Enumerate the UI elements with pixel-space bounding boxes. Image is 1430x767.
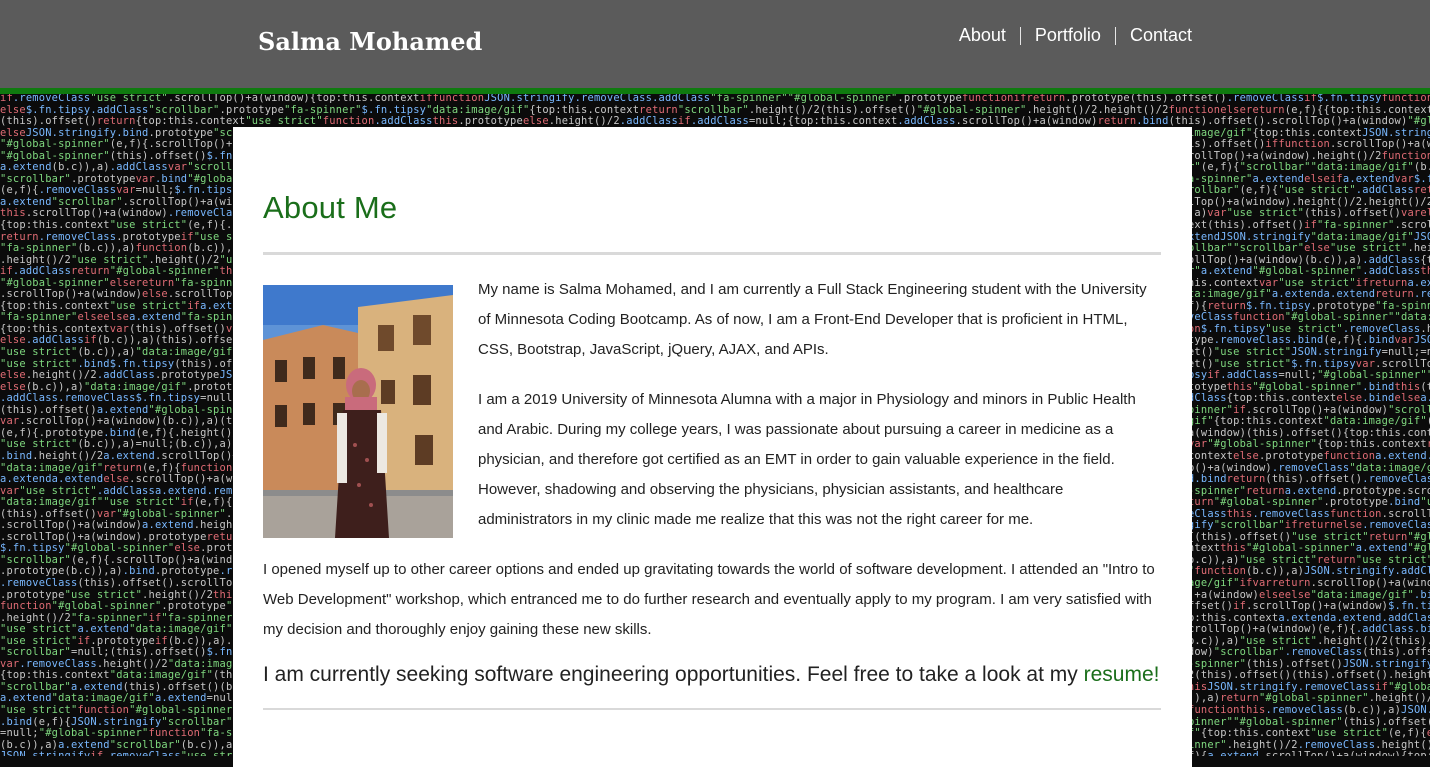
career-paragraph: I opened myself up to other career optio… bbox=[263, 561, 1155, 638]
nav-divider bbox=[1114, 26, 1116, 45]
site-header: Salma Mohamed About Portfolio Contact bbox=[0, 0, 1430, 88]
intro-paragraph: My name is Salma Mohamed, and I am curre… bbox=[478, 281, 1147, 358]
bottom-divider bbox=[263, 708, 1161, 710]
main-nav: About Portfolio Contact bbox=[959, 25, 1192, 46]
title-divider bbox=[263, 252, 1161, 255]
profile-photo bbox=[263, 285, 453, 538]
seeking-text: I am currently seeking software engineer… bbox=[263, 663, 1078, 686]
resume-link[interactable]: resume! bbox=[1084, 663, 1160, 686]
nav-link-about[interactable]: About bbox=[959, 25, 1020, 46]
nav-link-portfolio[interactable]: Portfolio bbox=[1021, 25, 1115, 46]
seeking-statement: I am currently seeking software engineer… bbox=[263, 663, 1159, 687]
background-paragraph: I am a 2019 University of Minnesota Alum… bbox=[478, 391, 1136, 528]
header-accent-line bbox=[0, 88, 1430, 94]
about-card: About Me My name is Salma Mohamed, and I… bbox=[233, 127, 1192, 767]
page-title: About Me bbox=[263, 190, 398, 225]
nav-link-contact[interactable]: Contact bbox=[1116, 25, 1192, 46]
site-brand[interactable]: Salma Mohamed bbox=[258, 27, 482, 56]
nav-divider bbox=[1019, 26, 1021, 45]
